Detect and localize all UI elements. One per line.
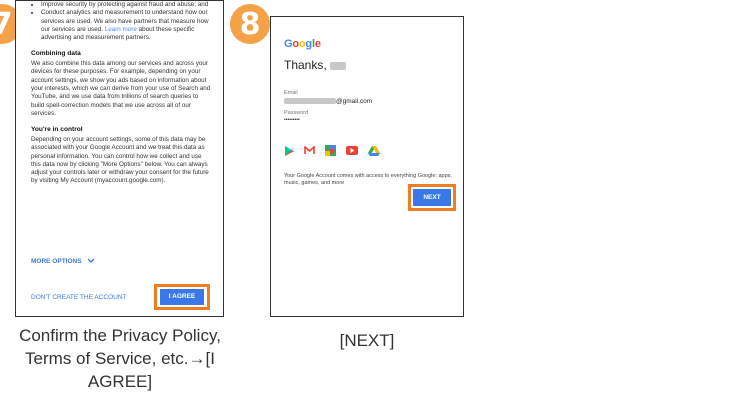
google-logo: Google [284,38,321,50]
password-value: ••••••••• [284,117,300,123]
combining-heading: Combining data [31,50,81,58]
control-heading: You're in control [31,126,83,134]
i-agree-button[interactable]: I AGREE [160,289,204,305]
email-label: Email [284,90,298,96]
list-item: Conduct analytics and measurement to und… [41,9,213,42]
chevron-down-icon [87,258,95,264]
more-options-label: MORE OPTIONS [31,258,82,265]
step-8-badge: 8 [230,4,270,44]
maps-icon [325,145,336,156]
drive-icon [368,145,380,156]
next-highlight: NEXT [408,184,456,211]
password-label: Password [284,110,309,116]
google-apps-row [284,145,380,156]
play-store-icon [285,145,294,156]
list-item: Improve security by protecting against f… [41,1,213,9]
blurred-email [284,98,336,105]
more-options-button[interactable]: MORE OPTIONS [31,258,95,267]
thanks-screen: Google Thanks, Email @gmail.com Password… [270,16,464,317]
blurred-name [330,61,347,70]
next-button[interactable]: NEXT [413,189,451,206]
thanks-heading: Thanks, [284,58,347,72]
gmail-icon [304,146,315,154]
privacy-screen: Improve security by protecting against f… [15,0,224,317]
agree-highlight: I AGREE [154,284,210,310]
control-text: Depending on your account settings, some… [31,135,209,185]
bullet-list: Improve security by protecting against f… [31,1,213,42]
dont-create-account-button[interactable]: DON'T CREATE THE ACCOUNT [31,294,127,303]
step-7-caption: Confirm the Privacy Policy, Terms of Ser… [19,326,221,391]
logo-letter: e [314,38,321,50]
youtube-icon [346,146,358,155]
learn-more-link[interactable]: Learn more [105,26,137,33]
email-value: @gmail.com [284,98,372,105]
combining-text: We also combine this data among our serv… [31,60,211,117]
step-8-caption: [NEXT] [339,331,395,350]
